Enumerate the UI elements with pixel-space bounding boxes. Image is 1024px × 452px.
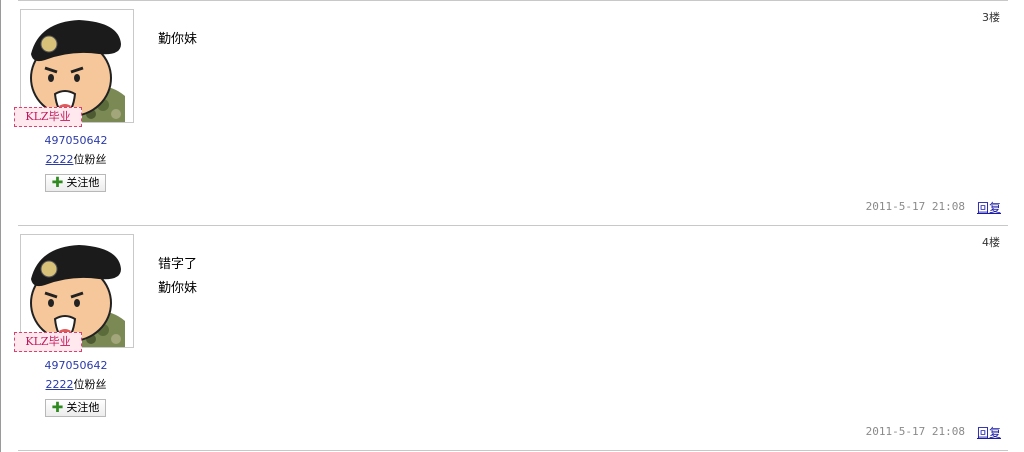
post-content: 勤你妹 [158, 28, 197, 52]
fans-count: 2222位粉丝 [18, 151, 134, 167]
post-timestamp: 2011-5-17 21:08 [865, 425, 965, 438]
left-border [0, 0, 1, 452]
post-content: 错字了 勤你妹 [158, 253, 197, 301]
content-line: 错字了 [158, 257, 198, 272]
avatar-soldier-icon [21, 235, 133, 347]
plus-icon: ✚ [51, 400, 64, 416]
content-line: 勤你妹 [158, 32, 198, 47]
content-line: 勤你妹 [158, 281, 198, 296]
follow-button[interactable]: ✚ 关注他 [45, 399, 106, 417]
fans-suffix: 位粉丝 [73, 378, 107, 391]
plus-icon: ✚ [51, 175, 64, 191]
floor-number: 3楼 [982, 11, 1000, 24]
user-id[interactable]: 497050642 [18, 134, 134, 147]
fans-count: 2222位粉丝 [18, 376, 134, 392]
floor-number: 4楼 [982, 236, 1000, 249]
avatar[interactable] [20, 9, 134, 123]
follow-label: 关注他 [66, 176, 100, 189]
post-timestamp: 2011-5-17 21:08 [865, 200, 965, 213]
post-floor-3: KLZ毕业 497050642 2222位粉丝 ✚ 关注他 3楼 勤你妹 201… [14, 0, 1008, 224]
follow-button[interactable]: ✚ 关注他 [45, 174, 106, 192]
reply-link[interactable]: 回复 [977, 199, 1001, 216]
divider [18, 0, 1008, 1]
divider [18, 450, 1008, 451]
post-floor-4: KLZ毕业 497050642 2222位粉丝 ✚ 关注他 4楼 错字了 勤你妹… [14, 225, 1008, 449]
avatar[interactable] [20, 234, 134, 348]
fans-count-link[interactable]: 2222 [46, 378, 74, 391]
fans-count-link[interactable]: 2222 [46, 153, 74, 166]
user-id[interactable]: 497050642 [18, 359, 134, 372]
user-title-badge: KLZ毕业 [14, 107, 82, 127]
divider [18, 225, 1008, 226]
avatar-soldier-icon [21, 10, 133, 122]
reply-link[interactable]: 回复 [977, 424, 1001, 441]
fans-suffix: 位粉丝 [73, 153, 107, 166]
user-title-badge: KLZ毕业 [14, 332, 82, 352]
follow-label: 关注他 [66, 401, 100, 414]
